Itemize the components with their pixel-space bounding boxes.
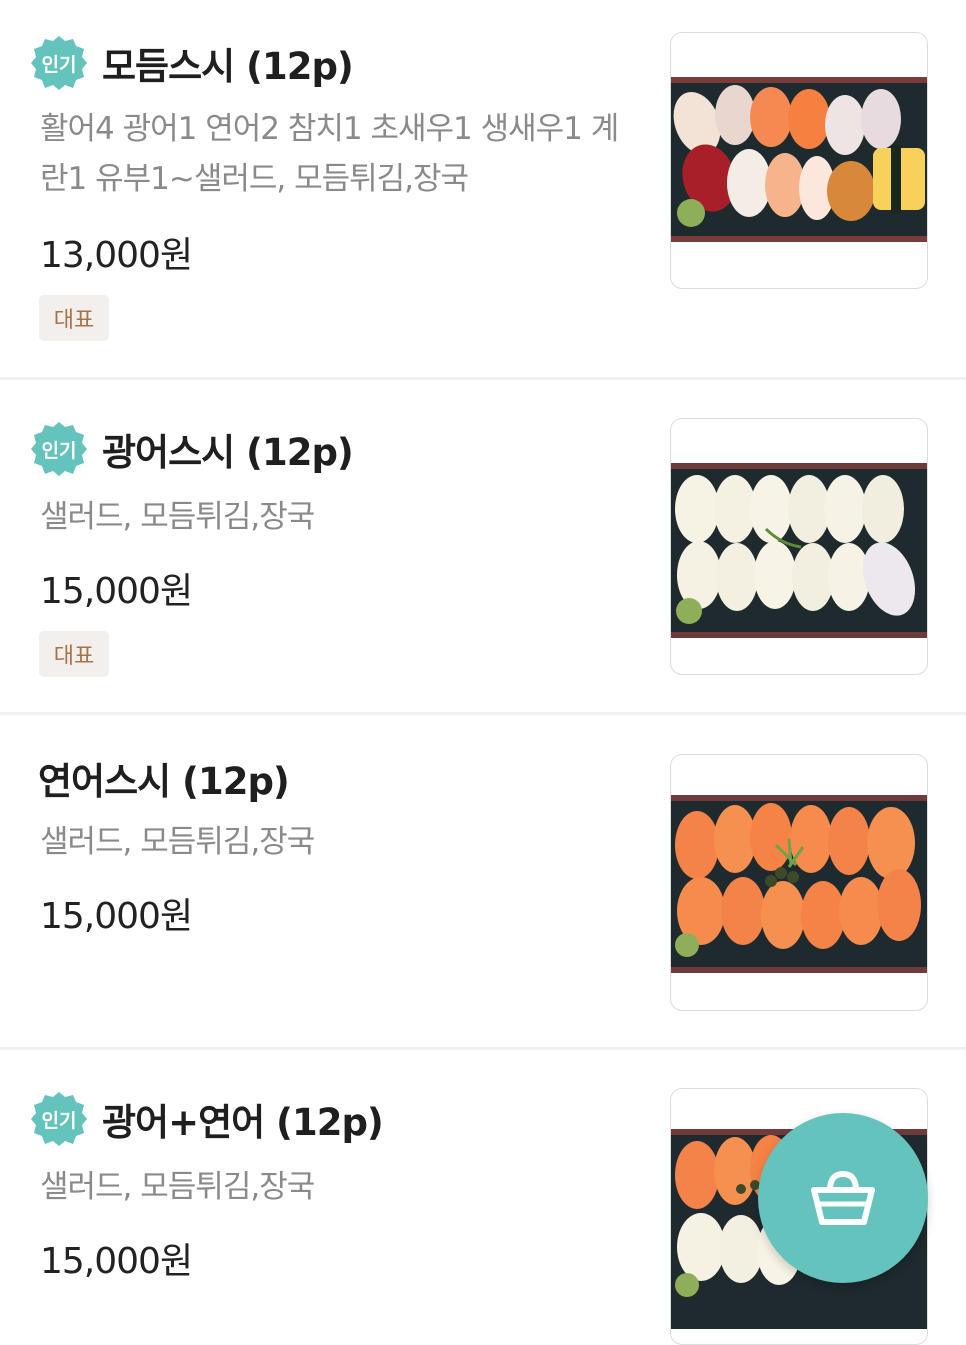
item-description: 샐러드, 모듬튀김,장국 (40, 499, 315, 535)
item-name: 연어스시 (12p) (38, 760, 290, 803)
representative-tag: 대표 (39, 631, 109, 677)
basket-icon (811, 1170, 875, 1225)
item-price: 15,000원 (40, 571, 193, 612)
item-title-row: 인기 광어스시 (12p) (30, 420, 354, 478)
item-title-row: 인기 모듬스시 (12p) (30, 34, 354, 92)
item-title-row: 연어스시 (12p) (38, 751, 290, 805)
popular-badge: 인기 (30, 1090, 88, 1148)
item-price: 15,000원 (40, 896, 193, 937)
item-title-row: 인기 광어+연어 (12p) (30, 1090, 384, 1148)
representative-tag: 대표 (39, 295, 109, 341)
item-description: 샐러드, 모듬튀김,장국 (40, 824, 315, 860)
menu-item-salmon-sushi[interactable]: 연어스시 (12p) 샐러드, 모듬튀김,장국 15,000원 (0, 715, 966, 1050)
popular-badge: 인기 (30, 420, 88, 478)
item-photo[interactable] (670, 754, 928, 1011)
item-price: 15,000원 (40, 1241, 193, 1282)
item-name: 광어+연어 (12p) (102, 1101, 384, 1144)
cart-button[interactable] (758, 1113, 928, 1283)
popular-badge: 인기 (30, 34, 88, 92)
item-description: 활어4 광어1 연어2 참치1 초새우1 생새우1 계 란1 유부1~샐러드, … (40, 111, 619, 197)
item-price: 13,000원 (40, 235, 193, 276)
item-photo[interactable] (670, 418, 928, 675)
menu-item-mixed-sushi[interactable]: 인기 모듬스시 (12p) 활어4 광어1 연어2 참치1 초새우1 생새우1 … (0, 0, 966, 380)
menu-item-flatfish-sushi[interactable]: 인기 광어스시 (12p) 샐러드, 모듬튀김,장국 15,000원 대표 (0, 380, 966, 715)
item-photo[interactable] (670, 32, 928, 289)
item-description: 샐러드, 모듬튀김,장국 (40, 1169, 315, 1205)
item-name: 광어스시 (12p) (102, 431, 354, 474)
item-name: 모듬스시 (12p) (102, 45, 354, 88)
